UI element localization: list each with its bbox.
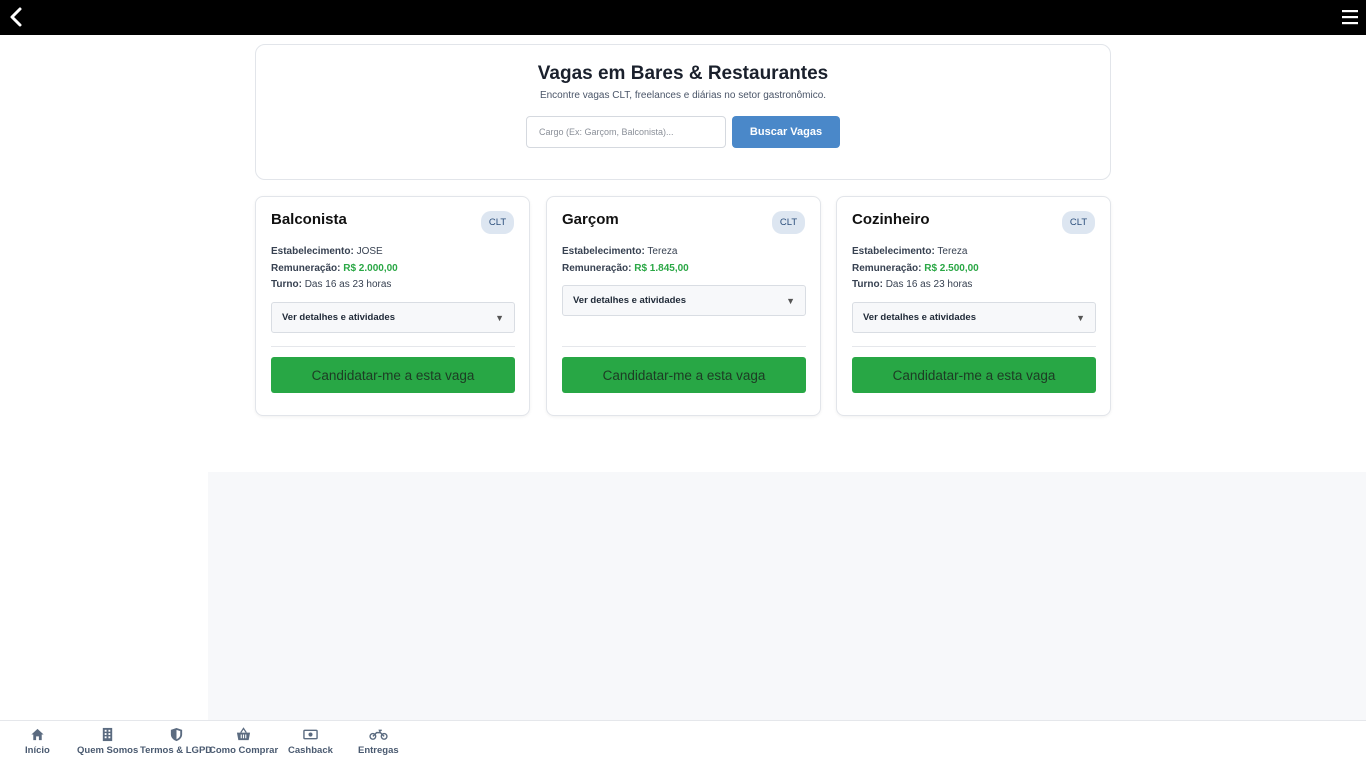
contract-type-badge: CLT <box>481 211 514 234</box>
bottom-nav: Início Quem Somos Termos & LGPD Como Com… <box>0 720 1366 768</box>
nav-item-como-comprar[interactable]: Como Comprar <box>209 727 278 756</box>
nav-label: Como Comprar <box>209 745 279 756</box>
job-info: Estabelecimento: JOSE Remuneração: R$ 2.… <box>271 244 398 294</box>
page-subtitle: Encontre vagas CLT, freelances e diárias… <box>539 90 827 101</box>
job-card: Balconista CLT Estabelecimento: JOSE Rem… <box>255 196 530 416</box>
shift-value: Das 16 as 23 horas <box>304 279 392 290</box>
search-card: Vagas em Bares & Restaurantes Encontre v… <box>255 44 1111 180</box>
salary-value: R$ 2.500,00 <box>924 262 979 274</box>
nav-label: Quem Somos <box>77 745 139 756</box>
nav-item-quem-somos[interactable]: Quem Somos <box>77 727 138 756</box>
caret-down-icon: ▼ <box>1076 312 1085 323</box>
nav-item-termos-lgpd[interactable]: Termos & LGPD <box>140 727 212 756</box>
shield-icon <box>170 727 182 742</box>
details-toggle[interactable]: Ver detalhes e atividades ▼ <box>271 302 515 333</box>
nav-label: Termos & LGPD <box>140 745 213 756</box>
shift-value: Das 16 as 23 horas <box>885 279 973 290</box>
salary-label: Remuneração: <box>271 262 341 274</box>
motorcycle-icon <box>369 729 388 740</box>
salary-value: R$ 2.000,00 <box>343 262 398 274</box>
job-title: Garçom <box>562 211 619 228</box>
top-bar <box>0 0 1366 35</box>
basket-icon <box>237 727 251 741</box>
divider <box>271 346 515 347</box>
contract-type-badge: CLT <box>772 211 805 234</box>
establishment-value: Tereza <box>937 246 968 257</box>
nav-item-inicio[interactable]: Início <box>25 727 50 756</box>
job-title: Cozinheiro <box>852 211 930 228</box>
hamburger-menu-icon <box>1342 10 1358 25</box>
establishment-label: Estabelecimento: <box>852 246 935 257</box>
apply-button[interactable]: Candidatar-me a esta vaga <box>271 357 515 393</box>
establishment-value: Tereza <box>647 246 678 257</box>
page-title: Vagas em Bares & Restaurantes <box>537 63 829 84</box>
nav-label: Entregas <box>358 745 399 756</box>
establishment-value: JOSE <box>356 246 383 257</box>
job-info: Estabelecimento: Tereza Remuneração: R$ … <box>852 244 979 294</box>
home-icon <box>31 728 44 741</box>
establishment-label: Estabelecimento: <box>562 246 645 257</box>
nav-item-cashback[interactable]: Cashback <box>288 727 333 756</box>
building-icon <box>102 727 113 742</box>
establishment-label: Estabelecimento: <box>271 246 354 257</box>
nav-label: Cashback <box>288 745 333 756</box>
nav-label: Início <box>25 745 50 756</box>
salary-label: Remuneração: <box>562 262 632 274</box>
caret-down-icon: ▼ <box>786 295 795 306</box>
salary-label: Remuneração: <box>852 262 922 274</box>
content-background <box>208 472 1366 720</box>
caret-down-icon: ▼ <box>495 312 504 323</box>
job-card: Cozinheiro CLT Estabelecimento: Tereza R… <box>836 196 1111 416</box>
details-label: Ver detalhes e atividades <box>573 295 687 306</box>
menu-button[interactable] <box>1340 7 1360 27</box>
search-jobs-button[interactable]: Buscar Vagas <box>732 116 840 148</box>
contract-type-badge: CLT <box>1062 211 1095 234</box>
details-label: Ver detalhes e atividades <box>863 312 977 323</box>
shift-label: Turno: <box>852 279 883 290</box>
chevron-left-icon <box>10 7 22 27</box>
job-card: Garçom CLT Estabelecimento: Tereza Remun… <box>546 196 821 416</box>
apply-button[interactable]: Candidatar-me a esta vaga <box>562 357 806 393</box>
shift-label: Turno: <box>271 279 302 290</box>
details-label: Ver detalhes e atividades <box>282 312 396 323</box>
divider <box>562 346 806 347</box>
details-toggle[interactable]: Ver detalhes e atividades ▼ <box>562 285 806 316</box>
salary-value: R$ 1.845,00 <box>634 262 689 274</box>
nav-item-entregas[interactable]: Entregas <box>358 727 399 756</box>
money-bill-icon <box>303 729 318 740</box>
apply-button[interactable]: Candidatar-me a esta vaga <box>852 357 1096 393</box>
divider <box>852 346 1096 347</box>
job-search-input[interactable] <box>526 116 726 148</box>
details-toggle[interactable]: Ver detalhes e atividades ▼ <box>852 302 1096 333</box>
job-title: Balconista <box>271 211 347 228</box>
job-info: Estabelecimento: Tereza Remuneração: R$ … <box>562 244 689 277</box>
back-button[interactable] <box>6 6 28 28</box>
